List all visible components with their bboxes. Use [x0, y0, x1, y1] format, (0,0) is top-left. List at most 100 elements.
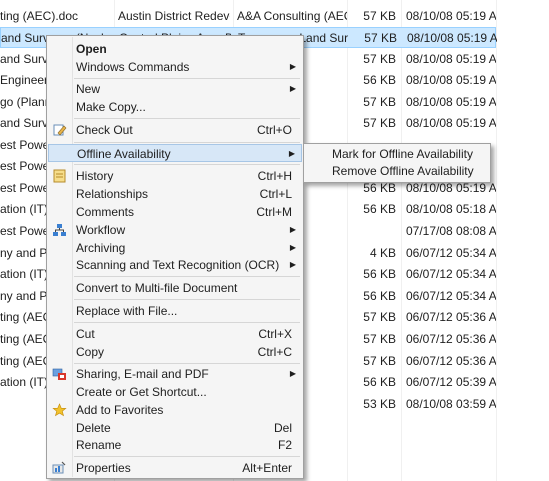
- submenu-item-remove-offline[interactable]: Remove Offline Availability: [305, 163, 489, 180]
- menu-item-label: New: [76, 82, 101, 96]
- company-cell: A&A Consulting (AEC): [237, 9, 347, 23]
- pdf-share-icon: [52, 367, 67, 381]
- menu-item-scanning[interactable]: Scanning and Text Recognition (OCR) ▶: [48, 256, 302, 274]
- menu-item-label: Windows Commands: [76, 60, 190, 74]
- menu-item-label: Workflow: [76, 223, 126, 237]
- menu-item-label: Archiving: [76, 241, 126, 255]
- chevron-right-icon: ▶: [289, 243, 296, 252]
- modified-date-cell: 08/10/08 05:19 AM: [406, 52, 496, 66]
- size-cell: 53 KB: [363, 397, 396, 411]
- menu-item-label: Replace with File...: [76, 304, 178, 318]
- menu-separator: [74, 118, 300, 119]
- size-cell: 56 KB: [363, 289, 396, 303]
- modified-date-cell: 07/17/08 08:08 AM: [406, 224, 496, 238]
- star-icon: [52, 403, 67, 417]
- properties-icon: [52, 461, 67, 475]
- menu-item-label: Open: [76, 42, 107, 56]
- menu-item-label: Convert to Multi-file Document: [76, 281, 238, 295]
- menu-item-label: Relationships: [76, 187, 149, 201]
- size-cell: 56 KB: [363, 267, 396, 281]
- menu-item-convert[interactable]: Convert to Multi-file Document: [48, 279, 302, 297]
- menu-separator: [74, 164, 300, 165]
- shortcut-text: Alt+Enter: [242, 461, 292, 475]
- menu-item-rename[interactable]: Rename F2: [48, 436, 302, 454]
- modified-date-cell: 08/10/08 05:19 AM: [406, 73, 496, 87]
- chevron-right-icon: ▶: [289, 369, 296, 378]
- menu-item-offline-availability[interactable]: Offline Availability ▶: [48, 144, 302, 162]
- chevron-right-icon: ▶: [289, 260, 296, 269]
- menu-item-relationships[interactable]: Relationships Ctrl+L: [48, 185, 302, 203]
- menu-item-cut[interactable]: Cut Ctrl+X: [48, 325, 302, 343]
- size-cell: 57 KB: [363, 116, 396, 130]
- menu-item-label: Properties: [76, 461, 131, 475]
- menu-item-replace[interactable]: Replace with File...: [48, 302, 302, 320]
- menu-item-new[interactable]: New ▶: [48, 80, 302, 98]
- menu-item-comments[interactable]: Comments Ctrl+M: [48, 203, 302, 221]
- menu-separator: [74, 276, 300, 277]
- menu-item-label: Delete: [76, 421, 111, 435]
- modified-date-cell: 06/07/12 05:34 AM: [406, 267, 496, 281]
- menu-item-label: Create or Get Shortcut...: [76, 385, 207, 399]
- modified-date-cell: 06/07/12 05:34 AM: [406, 246, 496, 260]
- modified-date-cell: 06/07/12 05:36 AM: [406, 332, 496, 346]
- size-cell: 57 KB: [363, 95, 396, 109]
- menu-item-label: History: [76, 169, 114, 183]
- modified-date-cell: 08/10/08 03:59 AM: [406, 397, 496, 411]
- shortcut-text: Del: [273, 421, 292, 435]
- menu-item-windows-commands[interactable]: Windows Commands ▶: [48, 58, 302, 76]
- menu-item-copy[interactable]: Copy Ctrl+C: [48, 343, 302, 361]
- size-cell: 56 KB: [363, 73, 396, 87]
- chevron-right-icon: ▶: [288, 149, 295, 158]
- chevron-right-icon: ▶: [289, 225, 296, 234]
- menu-item-history[interactable]: History Ctrl+H: [48, 167, 302, 185]
- shortcut-text: Ctrl+H: [257, 169, 292, 183]
- menu-item-sharing[interactable]: Sharing, E-mail and PDF ▶: [48, 365, 302, 383]
- workflow-icon: [52, 223, 67, 237]
- menu-separator: [74, 142, 300, 143]
- menu-separator: [74, 456, 300, 457]
- menu-item-label: Scanning and Text Recognition (OCR): [76, 258, 280, 272]
- menu-item-make-copy[interactable]: Make Copy...: [48, 98, 302, 116]
- menu-item-workflow[interactable]: Workflow ▶: [48, 221, 302, 239]
- author-cell: Austin District Redevelo...: [118, 9, 230, 23]
- menu-item-shortcut[interactable]: Create or Get Shortcut...: [48, 383, 302, 401]
- modified-date-cell: 06/07/12 05:34 AM: [406, 289, 496, 303]
- chevron-right-icon: ▶: [289, 84, 296, 93]
- menu-separator: [74, 78, 300, 79]
- menu-item-properties[interactable]: Properties Alt+Enter: [48, 459, 302, 477]
- menu-item-label: Sharing, E-mail and PDF: [76, 367, 209, 381]
- menu-item-label: Comments: [76, 205, 135, 219]
- submenu-item-mark-offline[interactable]: Mark for Offline Availability: [305, 146, 489, 163]
- size-cell: 57 KB: [363, 9, 396, 23]
- shortcut-text: Ctrl+M: [256, 205, 292, 219]
- size-cell: 57 KB: [363, 310, 396, 324]
- history-icon: [52, 169, 67, 183]
- file-row[interactable]: ting (AEC).doc Austin District Redevelo..…: [0, 6, 549, 27]
- modified-date-cell: 06/07/12 05:39 AM: [406, 375, 496, 389]
- size-cell: 57 KB: [364, 31, 397, 45]
- modified-date-cell: 06/07/12 05:36 AM: [406, 310, 496, 324]
- menu-item-delete[interactable]: Delete Del: [48, 419, 302, 437]
- submenu-item-label: Remove Offline Availability: [332, 164, 474, 178]
- offline-availability-submenu: Mark for Offline Availability Remove Off…: [303, 143, 491, 183]
- size-cell: 56 KB: [363, 375, 396, 389]
- shortcut-text: Ctrl+O: [256, 123, 292, 137]
- size-cell: 57 KB: [363, 332, 396, 346]
- shortcut-text: Ctrl+L: [259, 187, 292, 201]
- menu-item-check-out[interactable]: Check Out Ctrl+O: [48, 121, 302, 139]
- menu-item-label: Make Copy...: [76, 100, 146, 114]
- menu-item-label: Cut: [76, 327, 95, 341]
- modified-date-cell: 08/10/08 05:18 AM: [406, 202, 496, 216]
- shortcut-text: Ctrl+X: [258, 327, 292, 341]
- shortcut-text: Ctrl+C: [257, 345, 292, 359]
- submenu-item-label: Mark for Offline Availability: [332, 147, 473, 161]
- menu-separator: [74, 363, 300, 364]
- file-name-cell: ting (AEC).doc: [0, 9, 79, 23]
- chevron-right-icon: ▶: [289, 62, 296, 71]
- size-cell: 57 KB: [363, 52, 396, 66]
- menu-item-favorites[interactable]: Add to Favorites: [48, 401, 302, 419]
- menu-item-archiving[interactable]: Archiving ▶: [48, 239, 302, 257]
- menu-item-open[interactable]: Open: [48, 40, 302, 58]
- size-cell: 4 KB: [369, 246, 396, 260]
- menu-item-label: Add to Favorites: [76, 403, 164, 417]
